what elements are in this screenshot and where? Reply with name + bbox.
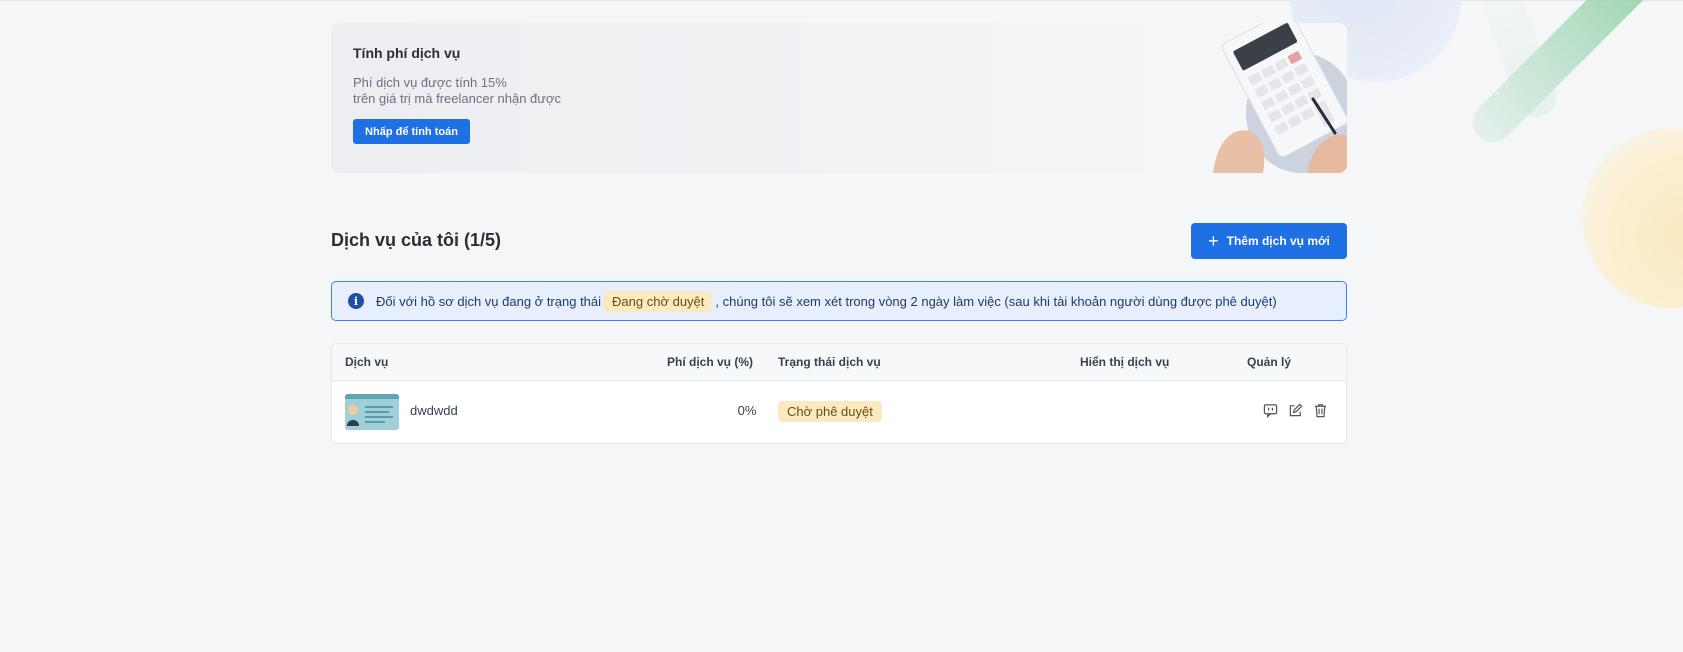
service-fee: 0% bbox=[737, 403, 757, 418]
service-thumbnail bbox=[345, 394, 399, 430]
info-note: i Đối với hồ sơ dịch vụ đang ở trạng thá… bbox=[331, 281, 1347, 321]
column-header-manage: Quản lý bbox=[1247, 355, 1292, 369]
fee-calculator-banner: Tính phí dịch vụ Phí dịch vụ được tính 1… bbox=[331, 23, 1347, 173]
decorative-circle bbox=[1582, 128, 1683, 308]
column-header-visibility: Hiển thị dịch vụ bbox=[1080, 355, 1170, 369]
calculate-button[interactable]: Nhấp để tính toán bbox=[353, 119, 470, 144]
info-icon: i bbox=[348, 293, 364, 309]
banner-desc-line: Phí dịch vụ được tính 15% bbox=[353, 75, 507, 90]
edit-icon[interactable] bbox=[1288, 403, 1303, 418]
info-text-before: Đối với hồ sơ dịch vụ đang ở trạng thái bbox=[376, 293, 602, 309]
banner-description: Phí dịch vụ được tính 15% trên giá trị m… bbox=[353, 75, 561, 107]
add-service-button[interactable]: + Thêm dịch vụ mới bbox=[1191, 223, 1347, 259]
column-header-service: Dịch vụ bbox=[345, 355, 389, 369]
plus-icon: + bbox=[1208, 231, 1219, 251]
services-table: Dịch vụ Phí dịch vụ (%) Trạng thái dịch … bbox=[331, 343, 1347, 444]
service-name[interactable]: dwdwdd bbox=[410, 403, 458, 418]
banner-desc-line: trên giá trị mà freelancer nhận được bbox=[353, 91, 561, 106]
section-title: Dịch vụ của tôi (1/5) bbox=[331, 230, 502, 250]
calculator-illustration bbox=[1213, 23, 1347, 173]
table-row: dwdwdd 0% Chờ phê duyệt bbox=[332, 381, 1346, 443]
banner-title: Tính phí dịch vụ bbox=[353, 45, 461, 61]
table-header: Dịch vụ Phí dịch vụ (%) Trạng thái dịch … bbox=[332, 344, 1346, 381]
row-actions bbox=[1263, 403, 1328, 418]
add-service-label: Thêm dịch vụ mới bbox=[1226, 234, 1330, 248]
comment-icon[interactable] bbox=[1263, 403, 1278, 418]
trash-icon[interactable] bbox=[1313, 403, 1328, 418]
pending-status-chip: Đang chờ duyệt bbox=[604, 290, 713, 312]
column-header-fee: Phí dịch vụ (%) bbox=[667, 355, 754, 369]
status-badge: Chờ phê duyệt bbox=[778, 401, 882, 422]
column-header-status: Trạng thái dịch vụ bbox=[778, 355, 881, 369]
info-text-after: , chúng tôi sẽ xem xét trong vòng 2 ngày… bbox=[715, 293, 1277, 309]
